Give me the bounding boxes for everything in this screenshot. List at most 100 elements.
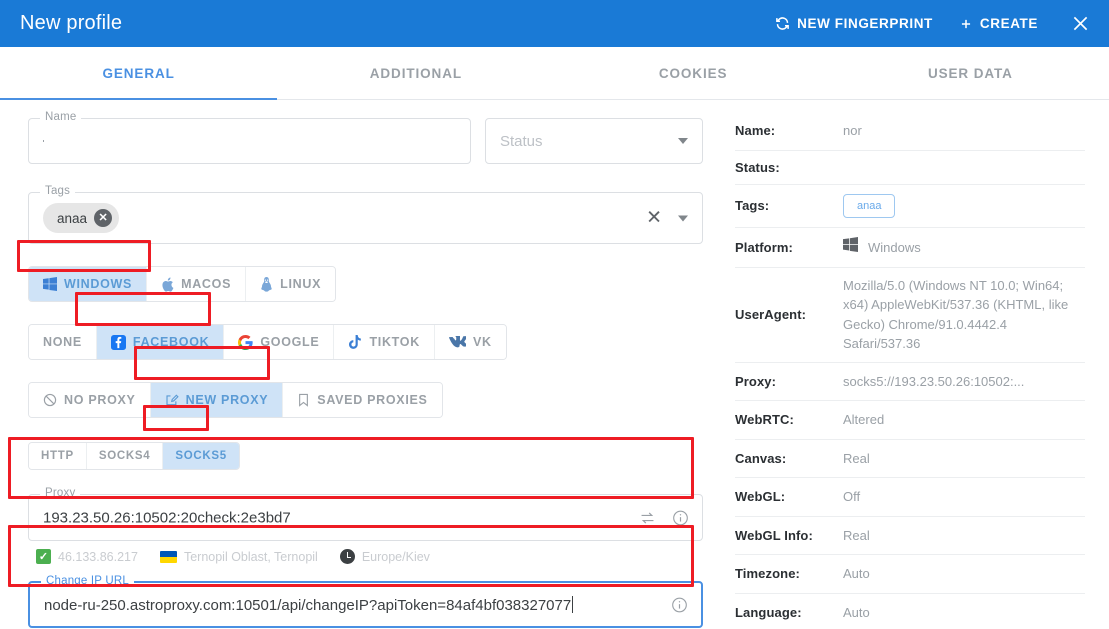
tags-chevron-down-icon[interactable]	[678, 215, 688, 221]
info-value: Altered	[843, 412, 885, 427]
info-value: socks5://193.23.50.26:10502:...	[843, 373, 1025, 389]
tab-general[interactable]: GENERAL	[0, 47, 278, 100]
tiktok-icon	[348, 334, 362, 350]
social-group: NONE FACEBOOK GOOGLE TIKTOK VK	[28, 324, 703, 360]
proxy-mode-saved-proxies[interactable]: SAVED PROXIES	[283, 383, 442, 417]
protocol-option-socks5[interactable]: SOCKS5	[163, 443, 239, 469]
info-value: Windows	[843, 228, 1085, 268]
protocol-option-http[interactable]: HTTP	[29, 443, 87, 469]
table-row: WebGL: Off	[735, 478, 1085, 516]
proxy-input[interactable]: Proxy 193.23.50.26:10502:20check:2e3bd7	[28, 487, 703, 541]
table-row: Status:	[735, 150, 1085, 184]
name-status-row: Name Status	[28, 111, 703, 164]
table-row: Platform: Windows	[735, 228, 1085, 268]
name-label: Name	[40, 111, 82, 123]
name-input[interactable]: Name	[28, 111, 471, 164]
change-ip-url-input[interactable]: Change IP URL node-ru-250.astroproxy.com…	[28, 575, 703, 628]
ip-address-group: ✓ 46.133.86.217	[36, 549, 138, 564]
no-proxy-icon	[43, 393, 57, 407]
create-label: CREATE	[979, 16, 1038, 31]
info-value: anaa	[843, 184, 1085, 228]
table-row: UserAgent: Mozilla/5.0 (Windows NT 10.0;…	[735, 267, 1085, 362]
social-option-vk[interactable]: VK	[434, 325, 506, 359]
proxy-mode-segmented-control: NO PROXY NEW PROXY SAVED PROXIES	[28, 382, 443, 418]
info-icon[interactable]	[672, 509, 689, 526]
info-table: Name: nor Status: Tags: anaa Platform: W…	[735, 112, 1085, 629]
facebook-icon	[110, 334, 126, 350]
titlebar-actions: NEW FINGERPRINT CREATE	[775, 13, 1091, 34]
remove-tag-icon[interactable]: ✕	[94, 209, 113, 227]
proxy-mode-saved-proxies-label: SAVED PROXIES	[317, 393, 428, 407]
tags-controls: ✕	[646, 209, 688, 228]
info-icon[interactable]	[671, 596, 688, 613]
os-option-macos-label: MACOS	[181, 277, 232, 291]
info-value	[843, 150, 1085, 184]
tab-bar: GENERAL ADDITIONAL COOKIES USER DATA	[0, 47, 1109, 100]
info-value: nor	[843, 123, 862, 138]
tag-chip-label: anaa	[57, 210, 88, 226]
proxy-mode-new-proxy[interactable]: NEW PROXY	[150, 383, 284, 417]
edit-icon	[165, 393, 179, 407]
social-option-google-label: GOOGLE	[260, 335, 320, 349]
info-key: WebRTC:	[735, 412, 794, 428]
social-option-google[interactable]: GOOGLE	[224, 325, 335, 359]
status-select[interactable]: Status	[485, 118, 703, 164]
os-option-windows[interactable]: WINDOWS	[29, 267, 148, 301]
tab-additional[interactable]: ADDITIONAL	[277, 47, 554, 99]
social-option-none[interactable]: NONE	[29, 325, 97, 359]
ip-location: Ternopil Oblast, Ternopil	[183, 549, 318, 564]
info-key: Name:	[735, 123, 776, 139]
tab-user-data[interactable]: USER DATA	[832, 47, 1109, 99]
info-key: WebGL Info:	[735, 527, 813, 543]
bookmark-icon	[297, 393, 310, 407]
ukraine-flag-icon	[159, 550, 177, 563]
tags-input[interactable]: Tags anaa ✕ ✕	[28, 185, 703, 244]
create-button[interactable]: CREATE	[959, 16, 1038, 31]
linux-icon	[260, 276, 273, 292]
change-ip-url-icons	[671, 596, 688, 613]
tag-chip[interactable]: anaa ✕	[43, 203, 120, 233]
table-row: Tags: anaa	[735, 184, 1085, 228]
google-icon	[238, 334, 254, 350]
ip-timezone: Europe/Kiev	[361, 549, 430, 564]
info-value: Auto	[843, 604, 870, 620]
info-value: Mozilla/5.0 (Windows NT 10.0; Win64; x64…	[843, 277, 1069, 352]
tab-cookies[interactable]: COOKIES	[555, 47, 832, 99]
social-option-tiktok-label: TIKTOK	[369, 335, 420, 349]
social-option-facebook[interactable]: FACEBOOK	[96, 325, 225, 359]
platform-value: Windows	[843, 237, 1085, 258]
change-ip-url-label: Change IP URL	[41, 575, 134, 587]
table-row: Timezone: Auto	[735, 555, 1085, 593]
swap-icon[interactable]	[639, 509, 656, 526]
info-key: Language:	[735, 604, 802, 620]
proxy-mode-no-proxy[interactable]: NO PROXY	[29, 383, 151, 417]
close-icon[interactable]	[1064, 13, 1091, 34]
info-value: Real	[843, 450, 870, 466]
os-segmented-control: WINDOWS MACOS LINUX	[28, 266, 337, 302]
dialog-titlebar: New profile NEW FINGERPRINT CREATE	[0, 0, 1109, 47]
info-key: Canvas:	[735, 450, 787, 466]
clear-tags-icon[interactable]: ✕	[646, 209, 662, 228]
tags-label: Tags	[40, 185, 76, 197]
text-cursor	[43, 140, 44, 142]
refresh-icon	[775, 16, 790, 31]
table-row: Canvas: Real	[735, 439, 1085, 478]
table-row: WebGL Info: Real	[735, 516, 1085, 555]
page-title: New profile	[20, 12, 123, 34]
clock-icon	[339, 549, 355, 564]
proxy-mode-no-proxy-label: NO PROXY	[64, 393, 136, 407]
ip-location-group: Ternopil Oblast, Ternopil	[159, 549, 318, 564]
os-option-macos[interactable]: MACOS	[147, 267, 247, 301]
info-key: Status:	[735, 159, 780, 175]
social-option-tiktok[interactable]: TIKTOK	[334, 325, 435, 359]
table-row: Name: nor	[735, 112, 1085, 150]
protocol-option-socks4[interactable]: SOCKS4	[86, 443, 164, 469]
protocol-group: HTTP SOCKS4 SOCKS5	[28, 442, 703, 470]
plus-icon	[959, 17, 973, 31]
proxy-mode-group: NO PROXY NEW PROXY SAVED PROXIES	[28, 382, 703, 418]
os-option-linux[interactable]: LINUX	[246, 267, 336, 301]
table-row: Language: Auto	[735, 593, 1085, 629]
new-fingerprint-button[interactable]: NEW FINGERPRINT	[775, 16, 933, 31]
protocol-segmented-control: HTTP SOCKS4 SOCKS5	[28, 442, 240, 470]
info-value: Real	[843, 527, 870, 543]
